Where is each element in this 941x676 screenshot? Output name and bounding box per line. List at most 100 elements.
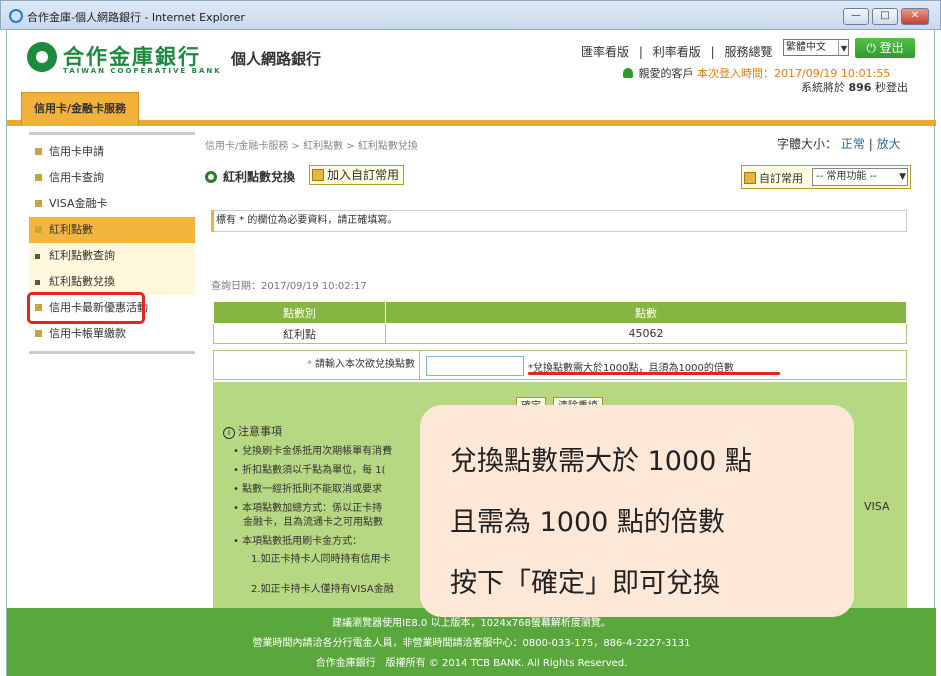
my-favorite-panel: 自訂常用 -- 常用功能 -- <box>741 165 911 189</box>
highlight-box <box>27 292 145 324</box>
language-select[interactable]: 繁體中文 <box>783 39 849 56</box>
sidebar: 信用卡申請 信用卡查詢 VISA金融卡 紅利點數 紅利點數查詢 紅利點數兌換 信… <box>29 132 195 358</box>
query-date: 查詢日期：2017/09/19 10:02:17 <box>211 281 367 292</box>
sidebar-divider <box>29 351 195 354</box>
bullet-icon <box>35 174 42 181</box>
minimize-button[interactable]: — <box>843 8 869 25</box>
browser-titlebar: 合作金庫-個人網路銀行 - Internet Explorer — □ ✕ <box>0 0 941 30</box>
table-row: 紅利點 45062 <box>213 323 907 344</box>
sidebar-item-bonus-points[interactable]: 紅利點數 <box>29 217 195 243</box>
services-link[interactable]: 服務總覽 <box>724 45 772 59</box>
table-header: 點數 <box>385 301 907 324</box>
greeting: 親愛的客戶 <box>638 67 694 80</box>
redeem-points-label: * 請輸入本次欲兌換點數 <box>214 351 420 379</box>
note-text: 折扣點數須以千點為單位，每 1( <box>242 465 386 476</box>
link-separator: | <box>638 45 643 59</box>
sidebar-item-label: VISA金融卡 <box>49 197 108 210</box>
redeem-points-label-text: 請輸入本次欲兌換點數 <box>315 359 415 370</box>
note-item: • 兌換刷卡金係抵用次期帳單有消費 <box>233 446 393 457</box>
favorite-function-select[interactable]: -- 常用功能 -- <box>812 168 908 186</box>
user-icon <box>623 68 633 78</box>
sidebar-item-label: 紅利點數查詢 <box>49 249 115 262</box>
bullet-icon <box>35 148 42 155</box>
callout-line: 按下「確定」即可兌換 <box>450 568 720 599</box>
sidebar-item-card-apply[interactable]: 信用卡申請 <box>29 139 195 165</box>
callout-line: 兌換點數需大於 1000 點 <box>450 446 752 477</box>
ie-icon <box>9 9 23 23</box>
link-separator: | <box>710 45 715 59</box>
bullet-icon <box>35 330 42 337</box>
bank-logo-icon <box>27 42 57 72</box>
close-button[interactable]: ✕ <box>901 8 929 25</box>
logout-button[interactable]: ⏻ 登出 <box>855 38 915 58</box>
sidebar-item-bill-pay[interactable]: 信用卡帳單繳款 <box>29 321 195 347</box>
tab-card-services[interactable]: 信用卡/金融卡服務 <box>21 92 139 126</box>
maximize-button[interactable]: □ <box>872 8 898 25</box>
font-large-link[interactable]: 放大 <box>877 137 901 151</box>
required-notice: 標有 * 的欄位為必要資料，請正確填寫。 <box>211 210 907 232</box>
link-separator: | <box>868 137 873 151</box>
add-favorite-button[interactable]: 加入自訂常用 <box>309 165 405 185</box>
required-star: * <box>306 359 312 370</box>
note-item: 1.如正卡持卡人同時持有信用卡 <box>251 554 391 565</box>
sidebar-item-label: 信用卡申請 <box>49 145 104 158</box>
info-icon: i <box>223 427 235 439</box>
footer: 建議瀏覽器使用IE8.0 以上版本，1024x768螢幕解析度瀏覽。 營業時間內… <box>7 608 936 676</box>
timer-suffix: 秒登出 <box>874 81 908 94</box>
page-title-text: 紅利點數兌換 <box>223 170 296 184</box>
top-links: 匯率看版 | 利率看版 | 服務總覽 <box>581 43 778 60</box>
font-size-label: 字體大小： <box>777 137 838 151</box>
sidebar-item-label: 紅利點數兌換 <box>49 275 115 288</box>
add-favorite-icon <box>312 169 324 181</box>
tab-bar <box>7 120 936 126</box>
font-normal-link[interactable]: 正常 <box>841 137 865 151</box>
note-item: 2.如正卡持卡人僅持有VISA金融 <box>251 584 394 595</box>
sidebar-divider <box>29 132 195 135</box>
sidebar-item-label: 信用卡查詢 <box>49 171 104 184</box>
sidebar-item-visa-debit[interactable]: VISA金融卡 <box>29 191 195 217</box>
favorite-icon <box>744 172 756 184</box>
table-cell: 45062 <box>385 323 907 344</box>
table-header: 點數別 <box>213 301 386 324</box>
callout-line: 且需為 1000 點的倍數 <box>450 507 725 538</box>
sidebar-item-card-query[interactable]: 信用卡查詢 <box>29 165 195 191</box>
sidebar-item-bonus-query[interactable]: 紅利點數查詢 <box>29 243 195 269</box>
note-text: 點數一經折抵則不能取消或要求 <box>242 484 383 495</box>
note-text: 兌換刷卡金係抵用次期帳單有消費 <box>242 446 393 457</box>
bullet-icon <box>35 254 40 259</box>
table-cell: 紅利點 <box>213 323 386 344</box>
bullet-icon <box>35 280 40 285</box>
notes-title: i 注意事項 <box>223 423 282 439</box>
footer-copyright: 合作金庫銀行 版權所有 © 2014 TCB BANK. All Rights … <box>315 658 628 669</box>
notes-title-text: 注意事項 <box>238 425 282 438</box>
footer-contact: 營業時間內請洽各分行電金人員，非營業時間請洽客服中心：0800-033-175，… <box>252 638 691 649</box>
bullet-icon <box>35 200 42 207</box>
bank-name-en: TAIWAN COOPERATIVE BANK <box>63 67 222 75</box>
radio-icon <box>205 171 217 183</box>
sidebar-item-label: 信用卡帳單繳款 <box>49 327 126 340</box>
points-table: 點數別 點數 紅利點 45062 <box>213 301 907 344</box>
note-item: 金融卡，且為流通卡之可用點數 <box>243 517 383 528</box>
note-item: • 本項點數抵用刷卡金方式： <box>233 536 363 547</box>
note-item: • 點數一經折抵則不能取消或要求 <box>233 484 383 495</box>
breadcrumb: 信用卡/金融卡服務 > 紅利點數 > 紅利點數兌換 <box>205 141 418 152</box>
exchange-rate-link[interactable]: 匯率看版 <box>581 45 629 59</box>
page-title: 紅利點數兌換 <box>205 168 295 185</box>
note-visa-tail: VISA <box>864 500 890 513</box>
tutorial-callout: 兌換點數需大於 1000 點 且需為 1000 點的倍數 按下「確定」即可兌換 <box>420 405 854 617</box>
redeem-points-input[interactable] <box>426 356 524 376</box>
window-title: 合作金庫-個人網路銀行 - Internet Explorer <box>27 11 245 24</box>
bullet-icon <box>35 226 42 233</box>
annotation-underline <box>528 372 780 375</box>
redeem-input-row: * 請輸入本次欲兌換點數 *兌換點數需大於1000點，且須為1000的倍數 <box>213 350 907 380</box>
my-favorite-label: 自訂常用 <box>744 170 803 186</box>
timer-seconds: 896 <box>848 81 872 94</box>
my-favorite-text: 自訂常用 <box>759 172 803 185</box>
timer-prefix: 系統將於 <box>801 81 845 94</box>
font-size-control: 字體大小： 正常 | 放大 <box>777 135 901 152</box>
site-title: 個人網路銀行 <box>231 50 322 68</box>
table-header-row: 點數別 點數 <box>213 301 907 324</box>
interest-rate-link[interactable]: 利率看版 <box>653 45 701 59</box>
note-item: • 折扣點數須以千點為單位，每 1( <box>233 465 386 476</box>
note-item: • 本項點數加總方式：係以正卡持 <box>233 503 383 514</box>
